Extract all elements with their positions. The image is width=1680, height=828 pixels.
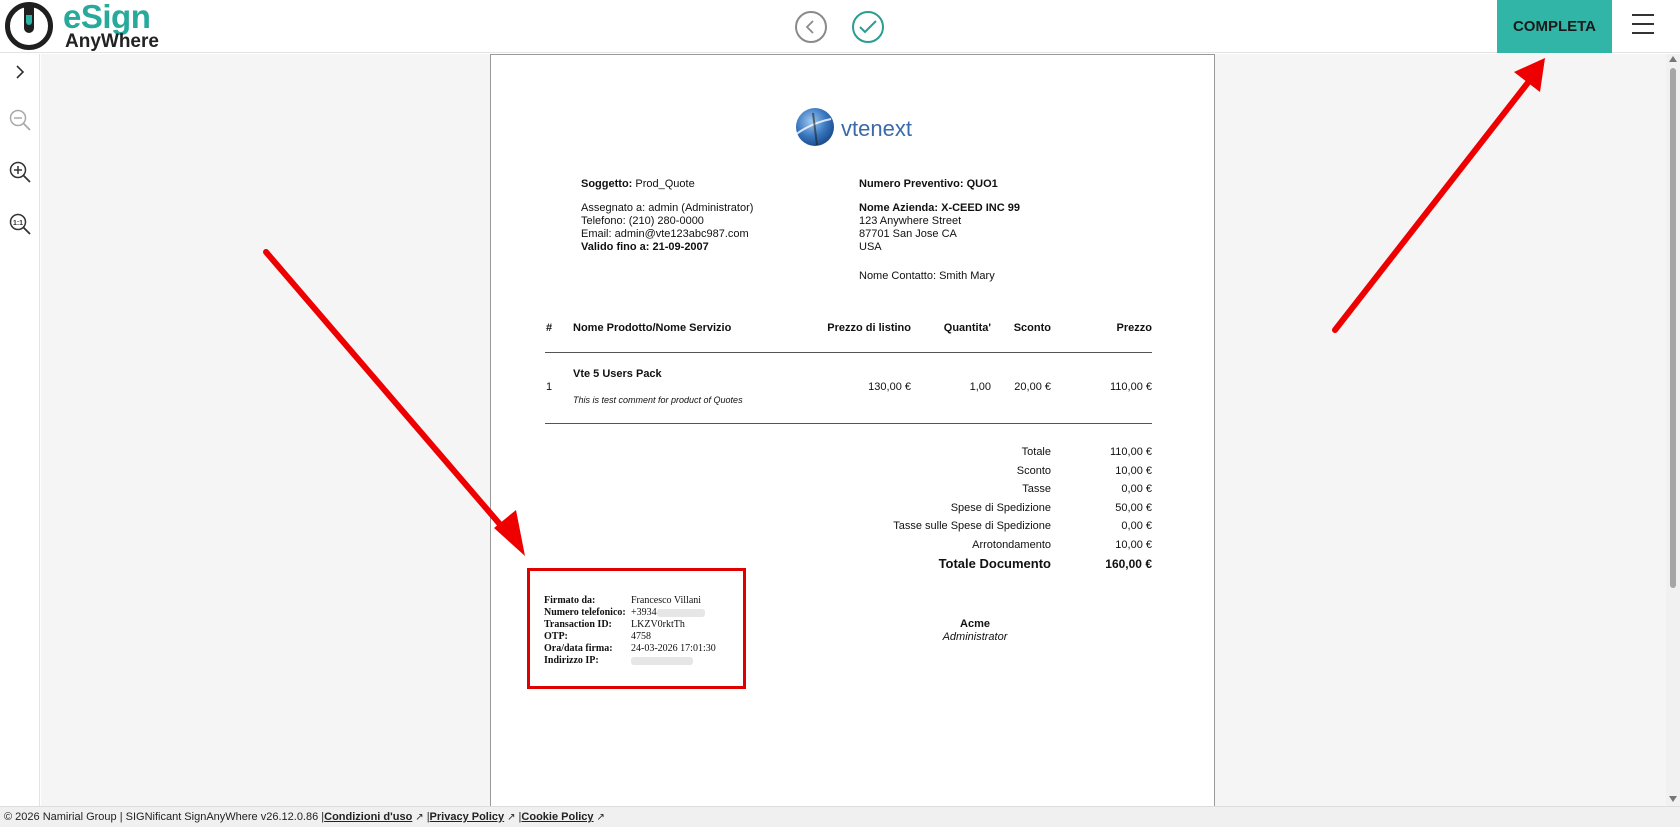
terms-link[interactable]: Condizioni d'uso (324, 811, 412, 823)
hamburger-menu-icon[interactable] (1630, 14, 1656, 38)
subject-line: Soggetto: Prod_Quote (581, 178, 695, 191)
email-line: Email: admin@vte123abc987.com (581, 228, 749, 240)
zoom-in-icon (9, 161, 31, 183)
phone-line: Telefono: (210) 280-0000 (581, 215, 704, 227)
col-header-price: Prezzo (1116, 322, 1152, 334)
col-header-product: Nome Prodotto/Nome Servizio (573, 322, 732, 334)
confirm-button[interactable] (852, 11, 884, 43)
table-header-divider (545, 352, 1152, 353)
left-toolbar: 1:1 (0, 54, 40, 806)
address-line-3: USA (859, 241, 882, 253)
subject-label: Soggetto: (581, 178, 633, 190)
zoom-out-icon (9, 109, 31, 131)
discount-total-value: 10,00 € (1115, 465, 1152, 477)
external-link-icon: ↗ (507, 812, 516, 823)
quote-number-value: QUO1 (966, 178, 998, 190)
vtenext-logo-text: vtenext (841, 116, 912, 141)
valid-until-line: Valido fino a: 21-09-2007 (581, 241, 709, 254)
zoom-out-button[interactable] (6, 106, 34, 134)
tax-value: 0,00 € (1121, 483, 1152, 495)
col-header-list-price: Prezzo di listino (827, 322, 911, 334)
shipping-value: 50,00 € (1115, 502, 1152, 514)
logo-pen-icon (5, 2, 53, 50)
item-name: Vte 5 Users Pack (573, 368, 662, 380)
vtenext-logo: vtenext (791, 105, 921, 151)
footer: © 2026 Namirial Group | SIGNificant Sign… (0, 806, 1680, 827)
document-page: vtenext Soggetto: Prod_Quote Assegnato a… (490, 54, 1215, 806)
item-discount: 20,00 € (1014, 381, 1051, 393)
checkmark-icon (859, 20, 877, 34)
svg-text:1:1: 1:1 (13, 220, 23, 227)
vertical-scrollbar[interactable] (1666, 54, 1680, 806)
valid-until-label: Valido fino a: (581, 241, 650, 253)
grand-total-label: Totale Documento (938, 556, 1051, 571)
total-label: Totale (1021, 446, 1051, 458)
rounding-label: Arrotondamento (972, 539, 1051, 551)
complete-button[interactable]: COMPLETA (1497, 0, 1612, 53)
company-value: X-CEED INC 99 (941, 202, 1020, 214)
document-viewer[interactable]: vtenext Soggetto: Prod_Quote Assegnato a… (41, 54, 1666, 806)
chevron-left-icon (805, 20, 814, 34)
shipping-label: Spese di Spedizione (950, 502, 1051, 514)
company-line: Nome Azienda: X-CEED INC 99 (859, 202, 1020, 215)
signer-role: Administrator (942, 631, 1008, 643)
expand-sidebar-button[interactable] (6, 58, 34, 86)
quote-number-label: Numero Preventivo: (859, 178, 964, 190)
item-comment: This is test comment for product of Quot… (573, 395, 743, 405)
globe-logo-icon (794, 108, 834, 146)
address-line-2: 87701 San Jose CA (859, 228, 957, 240)
col-header-discount: Sconto (1013, 322, 1051, 334)
item-list-price: 130,00 € (868, 381, 911, 393)
item-number: 1 (546, 381, 553, 393)
valid-until-value: 21-09-2007 (652, 241, 709, 253)
zoom-actual-size-icon: 1:1 (9, 213, 31, 235)
address-line-1: 123 Anywhere Street (859, 215, 962, 227)
chevron-right-icon (16, 65, 25, 79)
back-button[interactable] (795, 11, 827, 43)
item-quantity: 1,00 (969, 381, 991, 393)
privacy-link[interactable]: Privacy Policy (430, 811, 505, 823)
actual-size-button[interactable]: 1:1 (6, 210, 34, 238)
subject-value: Prod_Quote (635, 178, 695, 190)
scroll-down-arrow-icon[interactable] (1669, 796, 1677, 802)
table-bottom-divider (545, 423, 1152, 424)
scrollbar-thumb[interactable] (1670, 68, 1676, 588)
esign-anywhere-logo: eSign AnyWhere (3, 0, 163, 52)
signer-company: Acme (960, 618, 990, 630)
tax-label: Tasse (1022, 483, 1051, 495)
grand-total-value: 160,00 € (1105, 557, 1152, 571)
top-bar: eSign AnyWhere COMPLETA (0, 0, 1680, 53)
contact-line: Nome Contatto: Smith Mary (859, 270, 995, 282)
item-price: 110,00 € (1109, 381, 1152, 393)
company-label: Nome Azienda: (859, 202, 939, 214)
cookie-link[interactable]: Cookie Policy (521, 811, 593, 823)
total-value: 110,00 € (1109, 446, 1152, 458)
shipping-tax-label: Tasse sulle Spese di Spedizione (893, 520, 1051, 532)
logo-name-sub: AnyWhere (65, 31, 159, 52)
assigned-to: Assegnato a: admin (Administrator) (581, 202, 754, 214)
signature-highlight-box (527, 568, 746, 689)
discount-total-label: Sconto (1016, 465, 1051, 477)
quote-number-line: Numero Preventivo: QUO1 (859, 178, 998, 191)
external-link-icon: ↗ (596, 812, 605, 823)
shipping-tax-value: 0,00 € (1121, 520, 1152, 532)
rounding-value: 10,00 € (1115, 539, 1152, 551)
zoom-in-button[interactable] (6, 158, 34, 186)
external-link-icon: ↗ (415, 812, 424, 823)
col-header-quantity: Quantita' (943, 322, 991, 334)
col-header-number: # (546, 322, 553, 334)
footer-copyright: © 2026 Namirial Group | SIGNificant Sign… (4, 811, 325, 823)
scroll-up-arrow-icon[interactable] (1669, 56, 1677, 62)
